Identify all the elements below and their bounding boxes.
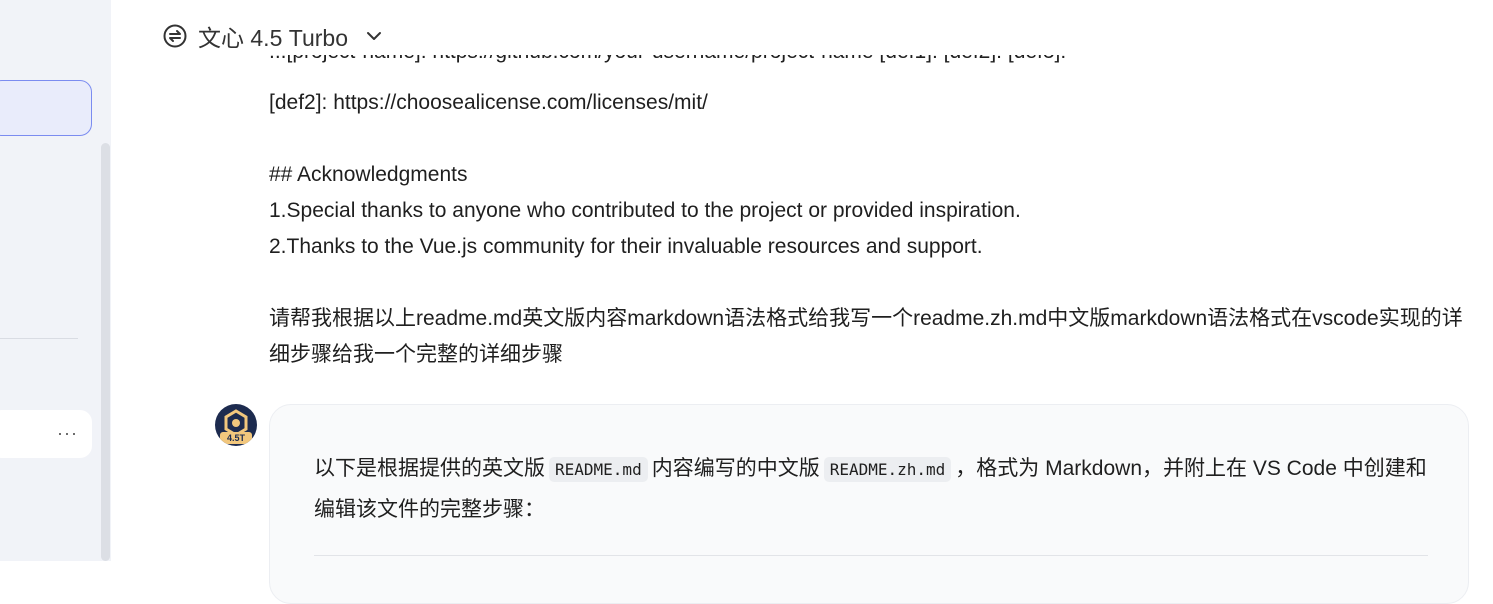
user-message-item-2: 2.Thanks to the Vue.js community for the… <box>269 235 983 258</box>
inline-code-readme: README.md <box>549 457 648 482</box>
inline-code-readme-zh: README.zh.md <box>823 457 952 482</box>
sidebar-scrollbar[interactable] <box>101 143 110 561</box>
model-selector[interactable]: 文心 4.5 Turbo <box>162 18 384 54</box>
user-message: ...[project-name]: https://github.com/yo… <box>269 55 1469 373</box>
user-message-item-1: 1.Special thanks to anyone who contribut… <box>269 199 1021 222</box>
assistant-avatar: 4.5T <box>215 404 257 446</box>
user-message-heading: ## Acknowledgments <box>269 163 468 186</box>
avatar-badge: 4.5T <box>220 432 252 444</box>
assistant-reply-intro: 以下是根据提供的英文版 README.md 内容编写的中文版 README.zh.md… <box>314 457 1427 521</box>
model-name: 文心 4.5 Turbo <box>198 25 348 51</box>
reply-divider <box>314 555 1428 556</box>
sidebar: ··· <box>0 0 111 561</box>
user-message-def2: [def2]: https://choosealicense.com/licen… <box>269 91 708 114</box>
model-switch-icon <box>163 24 187 48</box>
user-message-request: 请帮我根据以上readme.md英文版内容markdown语法格式给我写一个re… <box>269 307 1463 366</box>
assistant-reply-card: 以下是根据提供的英文版 README.md 内容编写的中文版 README.zh.md… <box>269 404 1469 604</box>
user-message-cut-line: ...[project-name]: https://github.com/yo… <box>269 55 1469 85</box>
sidebar-active-item[interactable] <box>0 80 92 136</box>
more-icon[interactable]: ··· <box>57 423 78 443</box>
sidebar-divider <box>0 338 78 339</box>
sidebar-chat-item[interactable]: ··· <box>0 410 92 458</box>
chevron-down-icon <box>366 32 381 40</box>
